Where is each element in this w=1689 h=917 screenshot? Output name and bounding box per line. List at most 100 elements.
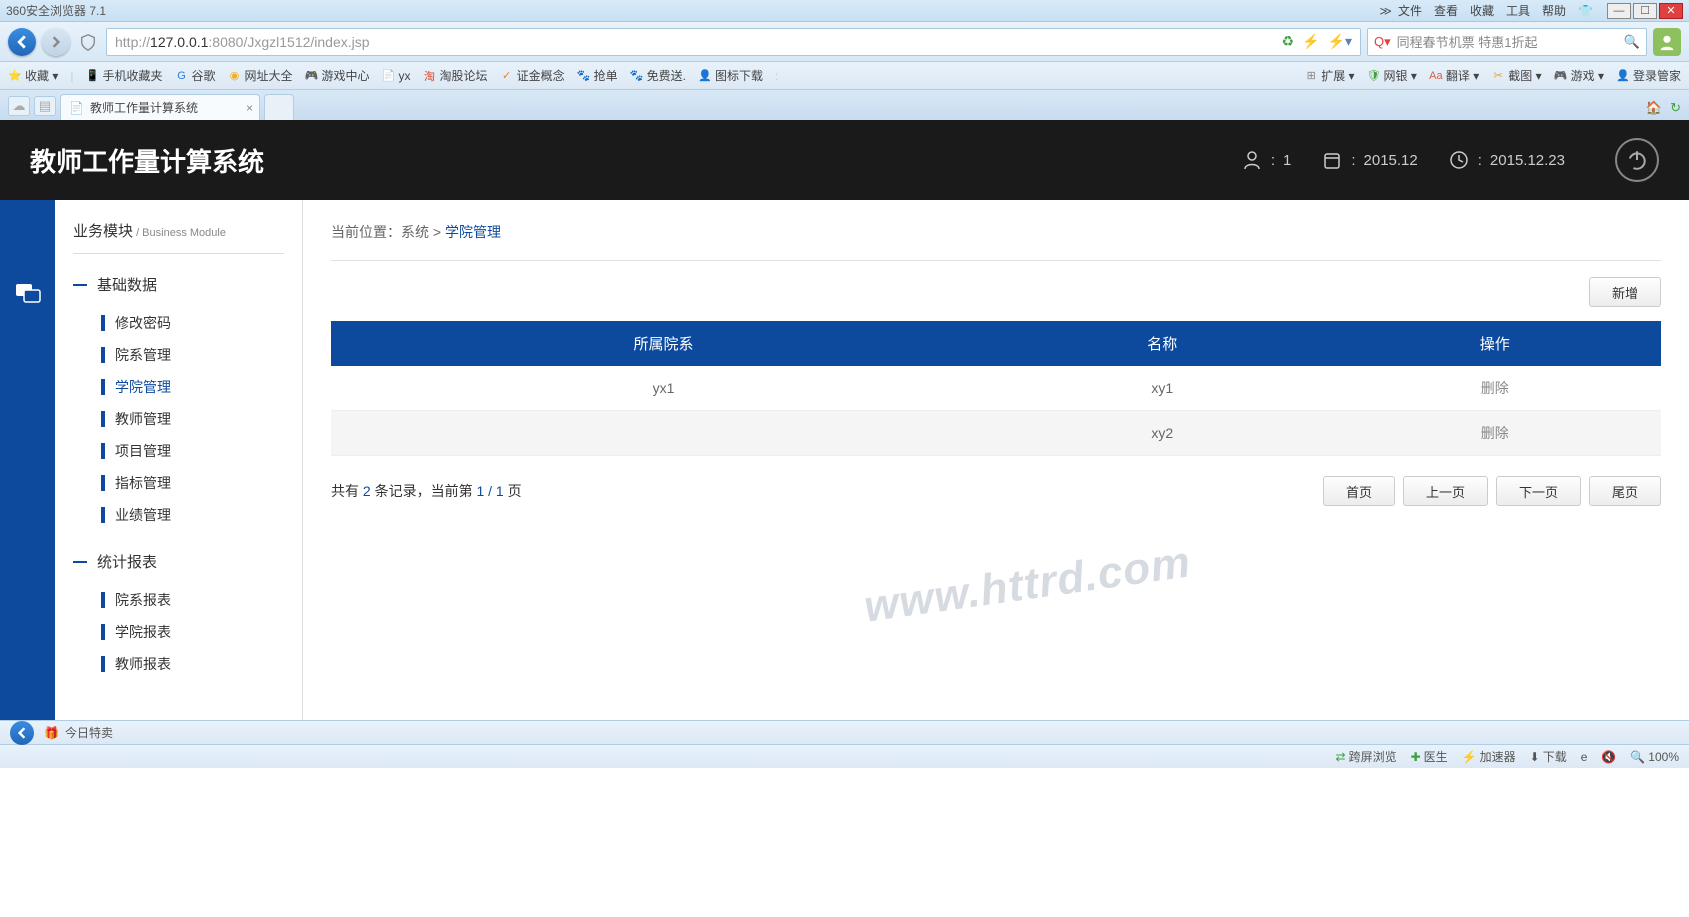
lightning-icon[interactable]: ⚡: [1302, 33, 1319, 50]
pager-button[interactable]: 尾页: [1589, 476, 1661, 506]
url-bar[interactable]: http:// 127.0.0.1 :8080/Jxgzl1512/index.…: [106, 28, 1361, 56]
search-bar[interactable]: Q▾ 同程春节机票 特惠1折起 🔍: [1367, 28, 1647, 56]
bookmark-item[interactable]: 🐾免费送.: [630, 67, 686, 84]
bookmark-item[interactable]: 🎮游戏 ▾: [1554, 67, 1604, 84]
sidebar-item[interactable]: 学院报表: [73, 616, 284, 648]
chat-icon[interactable]: [12, 280, 44, 308]
watermark: www.httrd.com: [861, 537, 1194, 632]
sidebar-item[interactable]: 项目管理: [73, 435, 284, 467]
bookmark-item[interactable]: ✓证金概念: [500, 67, 565, 84]
skin-icon[interactable]: 👕: [1578, 4, 1593, 18]
recycle-icon[interactable]: ♻: [1282, 33, 1295, 50]
add-button[interactable]: 新增: [1589, 277, 1661, 307]
menu-help[interactable]: 帮助: [1542, 2, 1566, 19]
bookmark-item[interactable]: G谷歌: [175, 67, 216, 84]
bookmark-item[interactable]: ⊞扩展 ▾: [1304, 67, 1354, 84]
browser-titlebar: 360安全浏览器 7.1 ≫ 文件 查看 收藏 工具 帮助 👕 — ☐ ✕: [0, 0, 1689, 22]
sidebar-item[interactable]: 院系报表: [73, 584, 284, 616]
menu-file[interactable]: 文件: [1398, 2, 1422, 19]
url-path: :8080/Jxgzl1512/index.jsp: [208, 34, 369, 50]
tab-close-icon[interactable]: ×: [246, 101, 253, 115]
pager-button[interactable]: 下一页: [1496, 476, 1581, 506]
bookmark-item[interactable]: 淘淘股论坛: [423, 67, 488, 84]
date-value: 2015.12.23: [1490, 152, 1565, 169]
header-date-stat: : 2015.12.23: [1448, 149, 1565, 171]
pip-icon[interactable]: e: [1581, 750, 1588, 764]
bookmark-item[interactable]: ◉网址大全: [228, 67, 293, 84]
footer-top: 🎁 今日特卖: [0, 720, 1689, 744]
cell-dept: yx1: [331, 366, 996, 411]
gift-icon[interactable]: 🎁: [44, 726, 59, 740]
footer-back-icon[interactable]: [10, 721, 34, 745]
nav-group-title[interactable]: 基础数据: [73, 270, 284, 299]
app-title: 教师工作量计算系统: [30, 142, 264, 179]
refresh-icon[interactable]: ↻: [1670, 100, 1681, 116]
breadcrumb-current[interactable]: 学院管理: [445, 224, 501, 240]
cell-name: xy2: [996, 411, 1329, 456]
zoom[interactable]: 🔍100%: [1630, 750, 1679, 764]
doctor[interactable]: ✚医生: [1411, 748, 1448, 765]
tab-active[interactable]: 📄 教师工作量计算系统 ×: [60, 94, 260, 120]
bookmark-item[interactable]: 📄yx: [382, 69, 411, 83]
th-dept: 所属院系: [331, 321, 996, 366]
url-host: 127.0.0.1: [150, 34, 208, 50]
pager: 共有 2 条记录，当前第 1 / 1 页 首页上一页下一页尾页: [331, 476, 1661, 506]
pager-button[interactable]: 上一页: [1403, 476, 1488, 506]
bookmark-item[interactable]: ⭐收藏 ▾: [8, 67, 58, 84]
cross-screen[interactable]: ⇄跨屏浏览: [1336, 748, 1397, 765]
sidebar-item[interactable]: 学院管理: [73, 371, 284, 403]
new-tab-button[interactable]: [264, 94, 294, 120]
menu-view[interactable]: 查看: [1434, 2, 1458, 19]
sidebar-item[interactable]: 指标管理: [73, 467, 284, 499]
bookmark-item[interactable]: 🛡网银 ▾: [1367, 67, 1417, 84]
accelerator[interactable]: ⚡加速器: [1462, 748, 1516, 765]
th-op: 操作: [1329, 321, 1662, 366]
sidebar-item[interactable]: 院系管理: [73, 339, 284, 371]
bookmark-item[interactable]: 🎮游戏中心: [305, 67, 370, 84]
back-button[interactable]: [8, 28, 36, 56]
app-root: 教师工作量计算系统 : 1 : 2015.12 : 2015.12.23: [0, 120, 1689, 720]
download[interactable]: ⬇下载: [1530, 748, 1567, 765]
header-user-stat: : 1: [1241, 149, 1292, 171]
calendar-icon: [1321, 149, 1343, 171]
minimize-button[interactable]: —: [1607, 3, 1631, 19]
menu-fav[interactable]: 收藏: [1470, 2, 1494, 19]
forward-button[interactable]: [42, 28, 70, 56]
close-button[interactable]: ✕: [1659, 3, 1683, 19]
maximize-button[interactable]: ☐: [1633, 3, 1657, 19]
bookmark-item[interactable]: Aa翻译 ▾: [1429, 67, 1479, 84]
sidebar-item[interactable]: 教师报表: [73, 648, 284, 680]
sidebar-item[interactable]: 修改密码: [73, 307, 284, 339]
search-engine-icon[interactable]: Q▾: [1374, 34, 1391, 50]
sidebar-item[interactable]: 教师管理: [73, 403, 284, 435]
overflow-icon[interactable]: ≫: [1379, 4, 1392, 18]
nav-bar: http:// 127.0.0.1 :8080/Jxgzl1512/index.…: [0, 22, 1689, 62]
bookmark-item[interactable]: 👤登录管家: [1616, 67, 1681, 84]
avatar-button[interactable]: [1653, 28, 1681, 56]
compat-icon[interactable]: ⚡▾: [1328, 33, 1352, 50]
cell-dept: [331, 411, 996, 456]
search-icon[interactable]: 🔍: [1624, 34, 1640, 50]
today-sale[interactable]: 今日特卖: [65, 724, 113, 741]
mute-icon[interactable]: 🔇: [1601, 750, 1616, 764]
menu-tools[interactable]: 工具: [1506, 2, 1530, 19]
bookmark-item[interactable]: 🐾抢单: [577, 67, 618, 84]
shield-icon[interactable]: [76, 30, 100, 54]
pager-button[interactable]: 首页: [1323, 476, 1395, 506]
bookmark-item[interactable]: ✂截图 ▾: [1491, 67, 1541, 84]
nav-group-title[interactable]: 统计报表: [73, 547, 284, 576]
app-header: 教师工作量计算系统 : 1 : 2015.12 : 2015.12.23: [0, 120, 1689, 200]
tab-favicon: 📄: [69, 101, 84, 115]
bookmark-item[interactable]: 📱手机收藏夹: [85, 67, 162, 84]
home-icon[interactable]: 🏠: [1646, 100, 1662, 116]
cell-name: xy1: [996, 366, 1329, 411]
delete-link[interactable]: 删除: [1481, 425, 1509, 441]
bookmark-item[interactable]: 👤图标下载: [698, 67, 763, 84]
cloud-icon[interactable]: ☁: [8, 96, 30, 116]
breadcrumb: 当前位置：系统 > 学院管理: [331, 222, 1661, 261]
delete-link[interactable]: 删除: [1481, 380, 1509, 396]
table-row: xy2 删除: [331, 411, 1661, 456]
sidebar-item[interactable]: 业绩管理: [73, 499, 284, 531]
power-button[interactable]: [1615, 138, 1659, 182]
list-icon[interactable]: ▤: [34, 96, 56, 116]
